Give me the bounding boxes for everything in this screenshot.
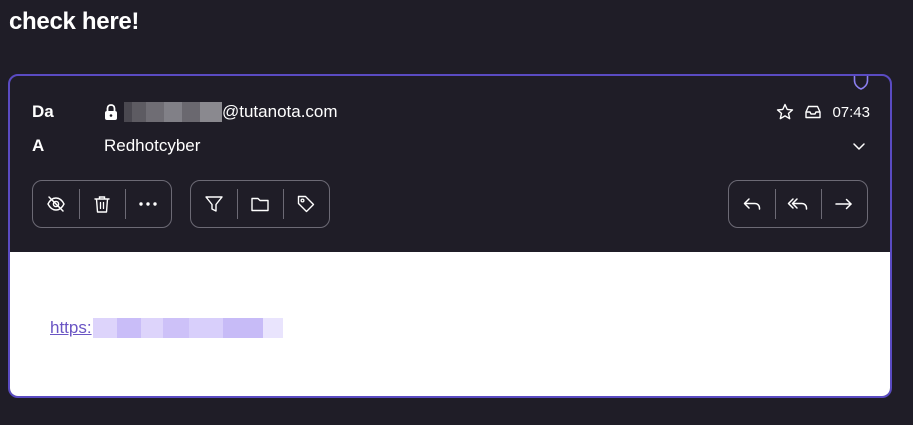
from-label: Da: [32, 102, 54, 121]
filter-icon: [204, 194, 224, 214]
label-button[interactable]: [283, 181, 329, 227]
delete-button[interactable]: [79, 181, 125, 227]
redacted-link: [92, 318, 283, 338]
body-link[interactable]: https:: [50, 318, 283, 338]
forward-button[interactable]: [821, 181, 867, 227]
inbox-icon[interactable]: [804, 104, 822, 120]
tag-icon: [296, 194, 316, 214]
message-actions-group: [32, 180, 172, 228]
filter-button[interactable]: [191, 181, 237, 227]
page-title: check here!: [9, 8, 140, 35]
redacted-sender: [124, 102, 222, 122]
trash-icon: [93, 194, 111, 214]
forward-icon: [834, 196, 854, 212]
hide-button[interactable]: [33, 181, 79, 227]
from-value[interactable]: @tutanota.com: [104, 102, 338, 122]
more-button[interactable]: [125, 181, 171, 227]
shield-icon: [850, 76, 872, 92]
folder-icon: [250, 195, 270, 213]
to-label: A: [32, 136, 45, 155]
link-prefix: https:: [50, 318, 92, 337]
star-icon[interactable]: [776, 103, 794, 121]
to-row: A Redhotcyber: [10, 134, 890, 158]
move-button[interactable]: [237, 181, 283, 227]
mail-card: Da @tutanota.com 07:43 A Redhotcyber htt…: [8, 74, 892, 398]
reply-actions-group: [728, 180, 868, 228]
from-address-domain: @tutanota.com: [222, 102, 338, 121]
from-row: Da @tutanota.com 07:43: [10, 100, 890, 124]
reply-button[interactable]: [729, 181, 775, 227]
lock-icon: [104, 104, 118, 120]
chevron-down-icon[interactable]: [852, 141, 866, 151]
to-value[interactable]: Redhotcyber: [104, 136, 200, 156]
reply-all-icon: [787, 196, 809, 212]
eye-off-icon: [46, 195, 66, 213]
mail-time: 07:43: [832, 103, 870, 121]
header-meta: 07:43: [776, 103, 870, 121]
reply-all-button[interactable]: [775, 181, 821, 227]
mail-body: https:: [10, 252, 890, 396]
organize-actions-group: [190, 180, 330, 228]
reply-icon: [742, 196, 762, 212]
more-icon: [138, 201, 158, 207]
